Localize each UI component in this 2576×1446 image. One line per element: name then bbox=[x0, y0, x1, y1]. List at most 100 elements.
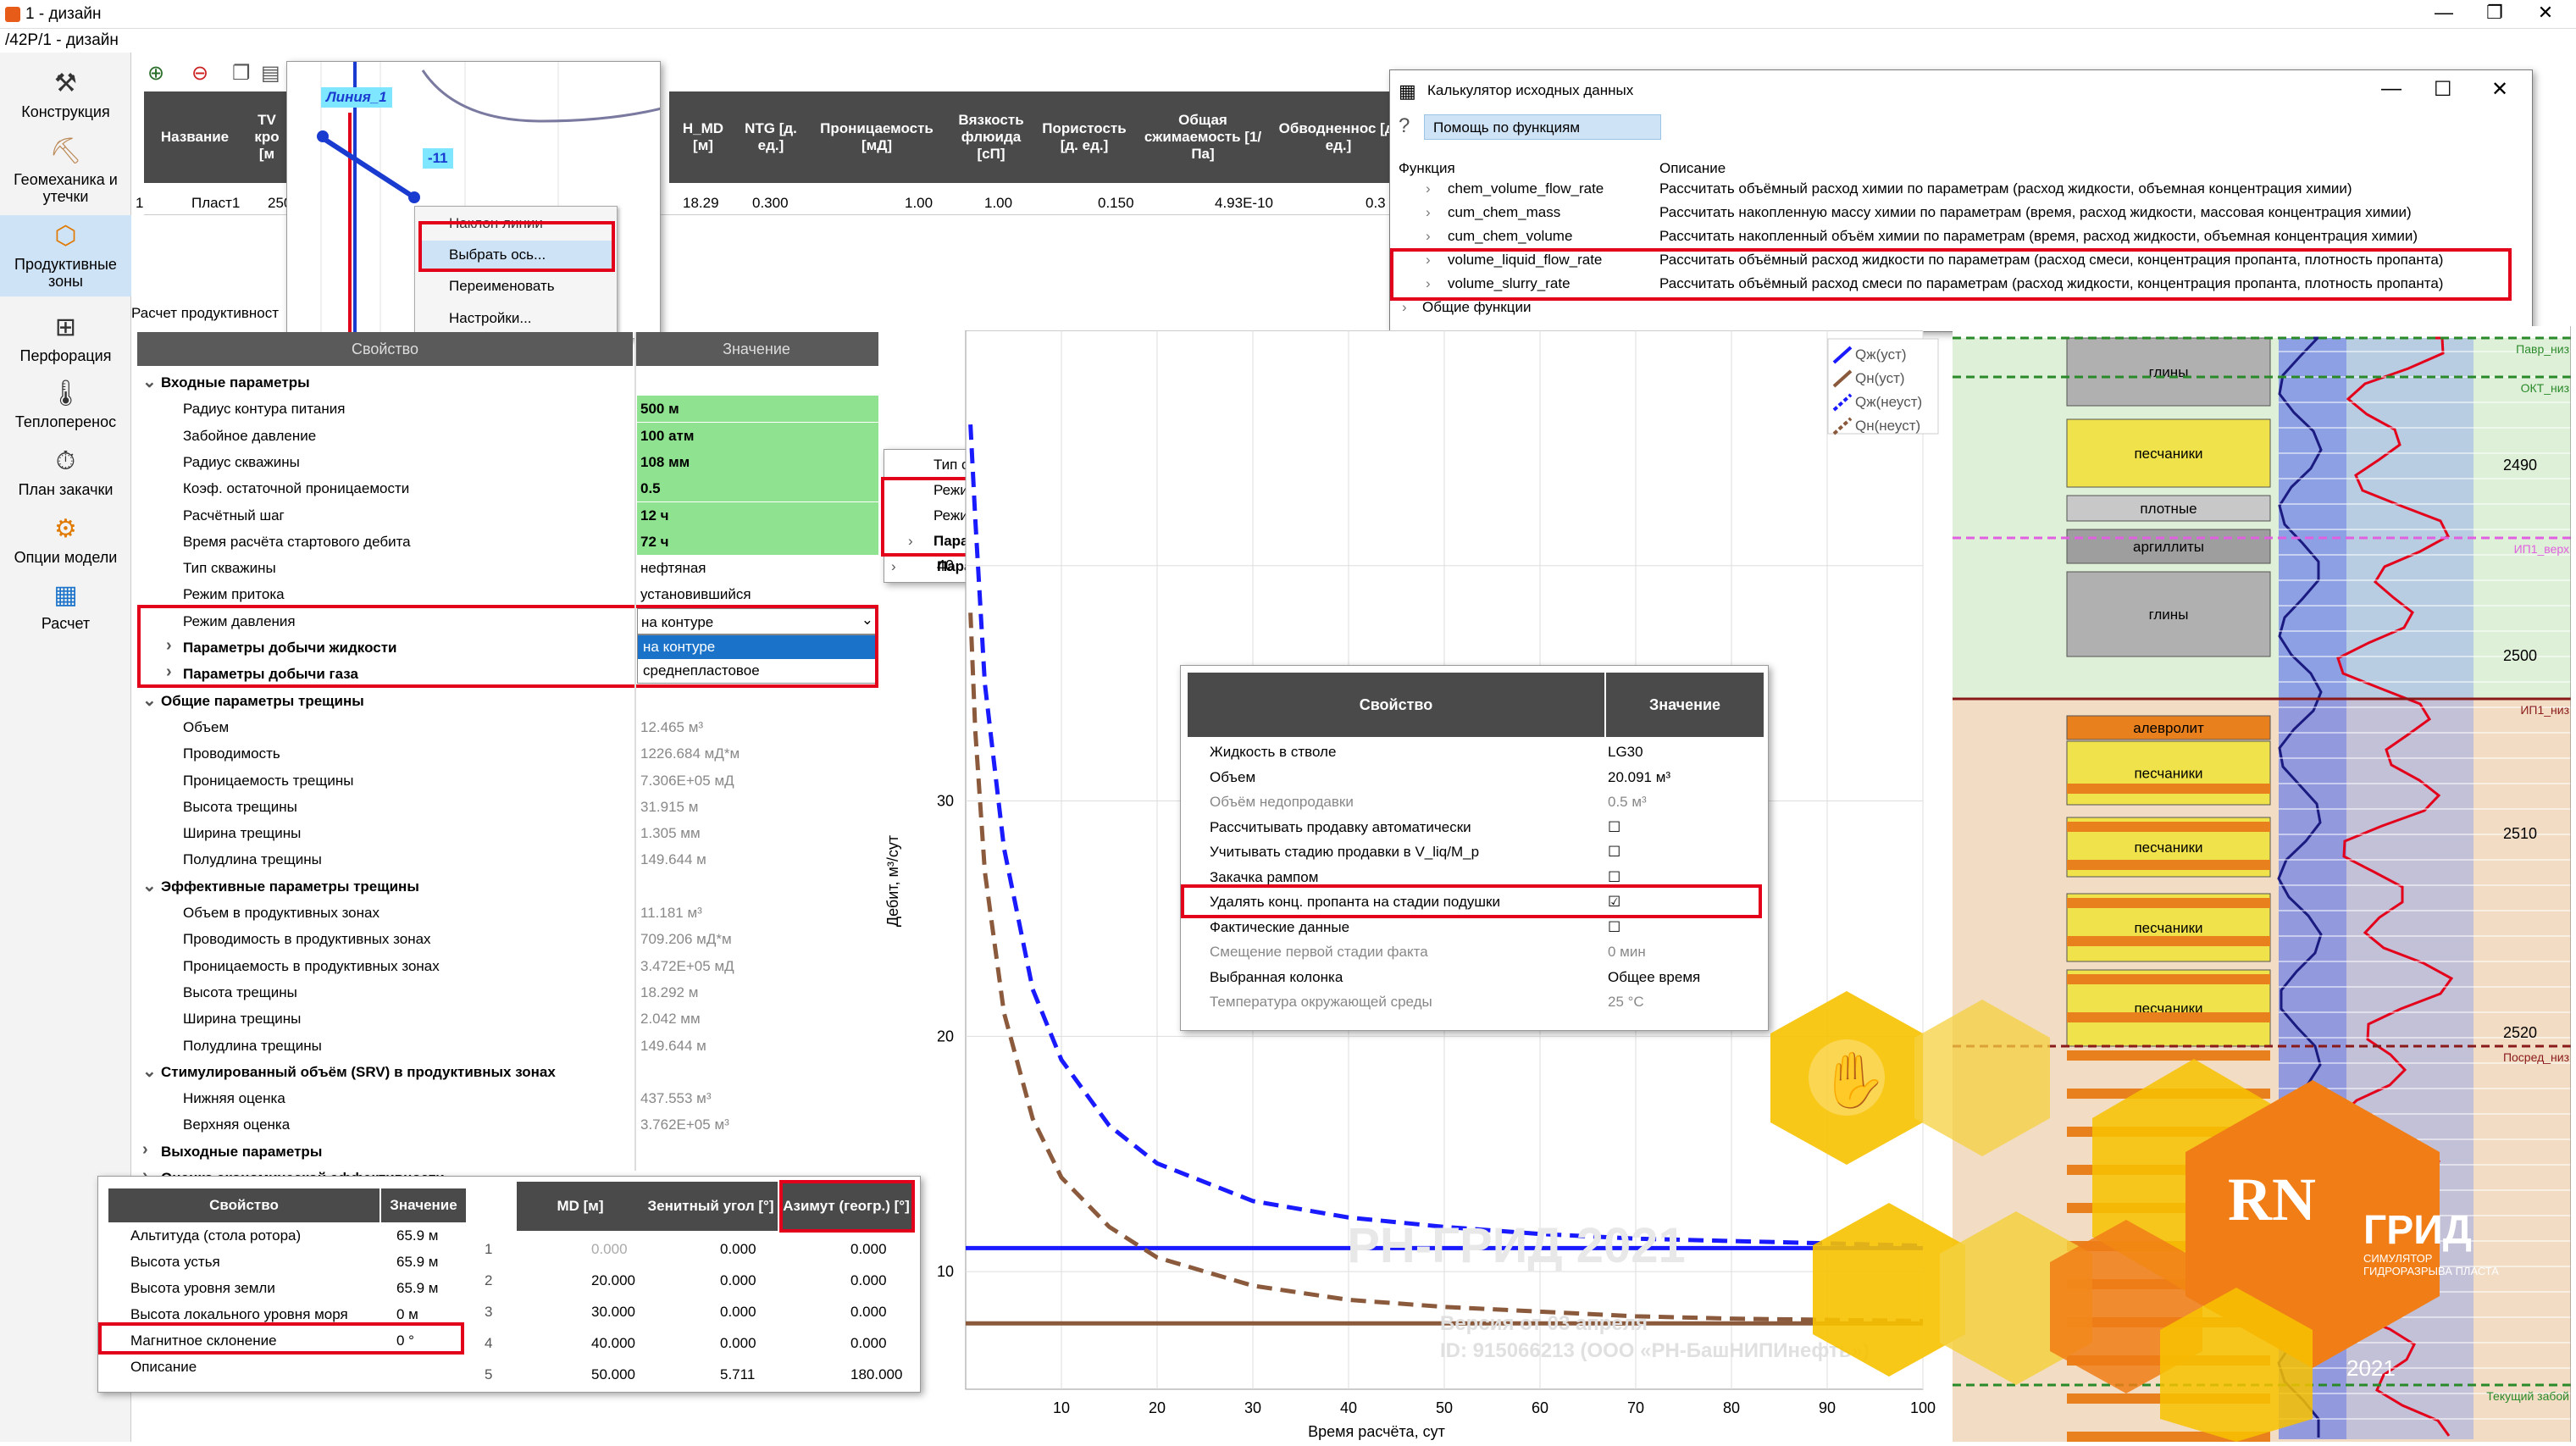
prop-value[interactable]: 149.644 м bbox=[637, 1033, 878, 1059]
prop-row[interactable]: Коэф. остаточной проницаемости 0.5 bbox=[137, 475, 878, 502]
traj-header[interactable]: Зенитный угол [°] bbox=[644, 1182, 778, 1231]
prop-row[interactable]: Радиус скважины 108 мм bbox=[137, 448, 878, 475]
menu-item-settings[interactable]: Настройки... bbox=[449, 310, 532, 327]
cell-name[interactable]: Пласт1 bbox=[191, 195, 240, 212]
paste-icon[interactable]: ▤ bbox=[261, 61, 280, 86]
prop-row[interactable]: Расчётный шаг 12 ч bbox=[137, 501, 878, 529]
cell-num[interactable]: 1 bbox=[136, 195, 143, 212]
help-icon[interactable]: ? bbox=[1399, 114, 1410, 138]
remove-icon[interactable]: ⊖ bbox=[191, 61, 208, 86]
prop-row[interactable]: ⌄ Общие параметры трещины bbox=[137, 688, 878, 714]
prop-value[interactable]: 72 ч bbox=[637, 528, 878, 555]
prop-value[interactable]: 12.465 м³ bbox=[637, 714, 878, 740]
prop-value[interactable]: 1226.684 мД*м bbox=[637, 740, 878, 767]
prop-row[interactable]: › Выходные параметры bbox=[137, 1139, 878, 1165]
traj-cell[interactable]: 0.000 bbox=[720, 1272, 756, 1289]
traj-cell[interactable]: 50.000 bbox=[591, 1366, 635, 1383]
fluid-value[interactable]: ☐ bbox=[1608, 919, 1620, 936]
prop-value[interactable]: 11.181 м³ bbox=[637, 900, 878, 926]
cell-perm[interactable]: 1.00 bbox=[905, 195, 933, 212]
function-name[interactable]: cum_chem_mass bbox=[1448, 204, 1560, 221]
col-header[interactable]: Название bbox=[144, 91, 246, 183]
prop-row[interactable]: ⌄ Эффективные параметры трещины bbox=[137, 873, 878, 900]
col-header[interactable]: TV кро [м bbox=[246, 91, 288, 183]
prop-row[interactable]: Полудлина трещины 149.644 м bbox=[137, 846, 878, 873]
legend-entry[interactable]: Qн(уст) bbox=[1855, 370, 1905, 386]
nav-item-1[interactable]: ⛏ Геомеханика и утечки bbox=[0, 130, 131, 212]
prop-value[interactable]: 31.915 м bbox=[637, 794, 878, 820]
expand-icon[interactable]: ⌄ bbox=[142, 690, 157, 711]
traj-cell[interactable]: 40.000 bbox=[591, 1335, 635, 1352]
value-label[interactable]: -11 bbox=[423, 148, 453, 169]
expand-icon[interactable]: ⌄ bbox=[142, 1061, 157, 1082]
traj-cell[interactable]: 0.000 bbox=[720, 1241, 756, 1258]
prop-value[interactable]: 12 ч bbox=[637, 501, 878, 529]
line-label[interactable]: Линия_1 bbox=[321, 87, 392, 108]
prop-row[interactable]: Ширина трещины 1.305 мм bbox=[137, 820, 878, 846]
col-header[interactable]: Проницаемость [мД] bbox=[805, 91, 949, 183]
expand-icon[interactable]: ⌄ bbox=[142, 875, 157, 896]
prop-row[interactable]: Забойное давление 100 атм bbox=[137, 422, 878, 449]
col-header[interactable]: Пористость [д. ед.] bbox=[1033, 91, 1135, 183]
nav-item-4[interactable]: 🌡 Теплоперенос bbox=[0, 373, 131, 435]
traj-cell[interactable]: 0.000 bbox=[850, 1272, 887, 1289]
chevron-right-icon[interactable]: › bbox=[1402, 299, 1407, 316]
prop-value[interactable]: 108 мм bbox=[637, 448, 878, 475]
copy-icon[interactable]: ❐ bbox=[232, 61, 251, 86]
chevron-right-icon[interactable]: › bbox=[1426, 228, 1431, 245]
altitude-value[interactable]: 65.9 м bbox=[396, 1227, 439, 1244]
prop-row[interactable]: Объем 12.465 м³ bbox=[137, 714, 878, 740]
traj-cell[interactable]: 0.000 bbox=[591, 1241, 628, 1258]
fluid-value[interactable]: 0 мин bbox=[1608, 944, 1646, 961]
traj-cell[interactable]: 0.000 bbox=[850, 1335, 887, 1352]
expand-icon[interactable]: ⌄ bbox=[142, 371, 157, 392]
fluid-value[interactable]: ☐ bbox=[1608, 844, 1620, 861]
prop-value[interactable]: 18.292 м bbox=[637, 979, 878, 1006]
prop-row[interactable]: Проницаемость трещины 7.306E+05 мД bbox=[137, 767, 878, 794]
prop-value[interactable]: 437.553 м³ bbox=[637, 1085, 878, 1111]
traj-cell[interactable]: 20.000 bbox=[591, 1272, 635, 1289]
fluid-value[interactable]: 0.5 м³ bbox=[1608, 794, 1647, 811]
fluid-value[interactable]: ☐ bbox=[1608, 819, 1620, 836]
cell-hmd[interactable]: 18.29 bbox=[683, 195, 719, 212]
calc-close-button[interactable]: ✕ bbox=[2491, 77, 2508, 102]
chevron-right-icon[interactable]: › bbox=[1426, 204, 1431, 221]
prop-row[interactable]: Высота трещины 31.915 м bbox=[137, 794, 878, 820]
col-header[interactable]: H_MD [м] bbox=[669, 91, 737, 183]
nav-item-5[interactable]: ⏱ План закачки bbox=[0, 440, 131, 503]
prop-row[interactable]: Проницаемость в продуктивных зонах 3.472E… bbox=[137, 953, 878, 979]
legend-entry[interactable]: Qн(неуст) bbox=[1855, 418, 1920, 434]
nav-item-3[interactable]: ⊞ Перфорация bbox=[0, 307, 131, 369]
fluid-value[interactable]: 20.091 м³ bbox=[1608, 769, 1670, 786]
nav-item-0[interactable]: ⚒ Конструкция bbox=[0, 63, 131, 125]
function-name[interactable]: chem_volume_flow_rate bbox=[1448, 180, 1604, 197]
altitude-value[interactable]: 0 м bbox=[396, 1306, 418, 1323]
col-header[interactable]: Общая сжимаемость [1/Па] bbox=[1135, 91, 1271, 183]
prop-row[interactable]: Высота трещины 18.292 м bbox=[137, 979, 878, 1006]
general-functions[interactable]: Общие функции bbox=[1422, 299, 1531, 316]
prop-value[interactable]: нефтяная bbox=[637, 555, 878, 581]
prop-row[interactable]: Время расчёта стартового дебита 72 ч bbox=[137, 528, 878, 555]
help-functions-button[interactable]: Помощь по функциям bbox=[1424, 114, 1661, 140]
prop-row[interactable]: Тип скважины нефтяная bbox=[137, 555, 878, 581]
prop-row[interactable]: Полудлина трещины 149.644 м bbox=[137, 1033, 878, 1059]
traj-cell[interactable]: 0.000 bbox=[850, 1304, 887, 1321]
cell-water[interactable]: 0.3 bbox=[1366, 195, 1386, 212]
collapse-icon[interactable]: › bbox=[142, 1140, 148, 1160]
prop-row[interactable]: ⌄ Стимулированный объём (SRV) в продуктив… bbox=[137, 1059, 878, 1085]
add-icon[interactable]: ⊕ bbox=[147, 61, 164, 86]
traj-cell[interactable]: 5.711 bbox=[720, 1366, 755, 1383]
prop-value[interactable]: 3.762E+05 м³ bbox=[637, 1111, 878, 1138]
prop-value[interactable]: 500 м bbox=[637, 396, 878, 423]
prop-row[interactable]: Нижняя оценка 437.553 м³ bbox=[137, 1085, 878, 1111]
minimize-button[interactable]: — bbox=[2423, 2, 2465, 27]
prop-value[interactable]: 7.306E+05 мД bbox=[637, 767, 878, 794]
prop-value[interactable]: 0.5 bbox=[637, 475, 878, 502]
prop-row[interactable]: Радиус контура питания 500 м bbox=[137, 396, 878, 423]
prop-row[interactable]: Объем в продуктивных зонах 11.181 м³ bbox=[137, 900, 878, 926]
prop-row[interactable]: Проводимость 1226.684 мД*м bbox=[137, 740, 878, 767]
prop-row[interactable]: Проводимость в продуктивных зонах 709.206… bbox=[137, 926, 878, 952]
legend-entry[interactable]: Qж(неуст) bbox=[1855, 394, 1922, 410]
nav-item-7[interactable]: ▦ Расчет bbox=[0, 574, 131, 637]
col-header[interactable]: NTG [д. ед.] bbox=[737, 91, 805, 183]
